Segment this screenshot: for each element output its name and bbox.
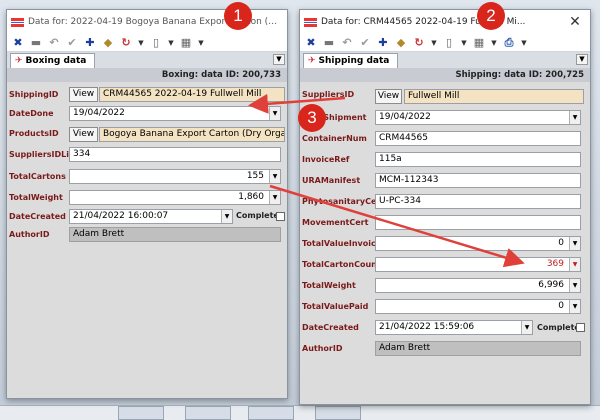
annotation-badge-2: 2 bbox=[477, 2, 505, 30]
annotation-badge-1: 1 bbox=[224, 2, 252, 30]
annotation-badge-3: 3 bbox=[298, 104, 326, 132]
arrow-carton-count bbox=[269, 184, 525, 268]
arrow-shipping-link bbox=[248, 93, 346, 114]
annotation-arrows bbox=[248, 93, 525, 268]
